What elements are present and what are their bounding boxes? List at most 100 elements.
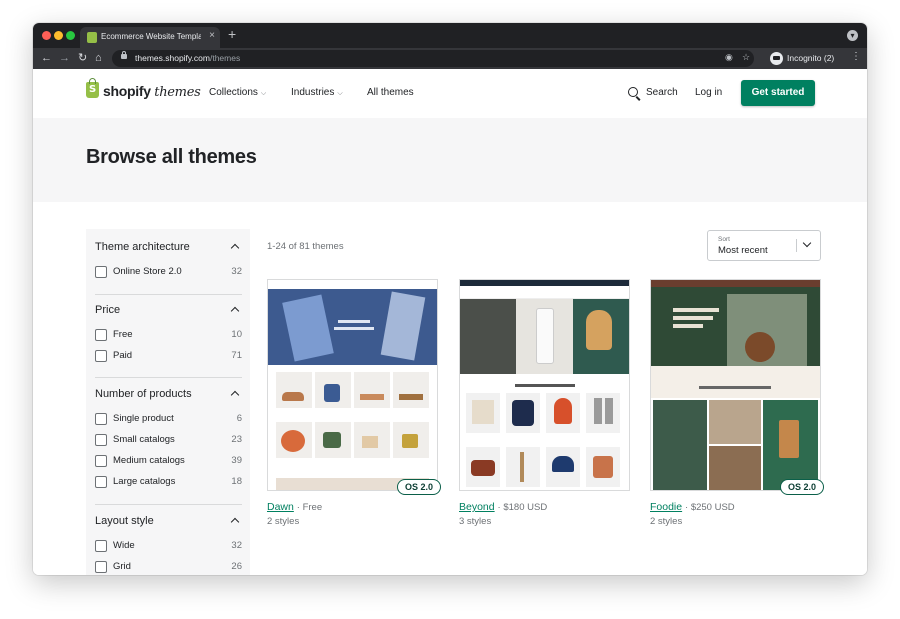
bookmark-star-icon[interactable]: ☆ (742, 52, 750, 63)
chevron-up-icon[interactable] (230, 306, 240, 316)
tab-title: Ecommerce Website Templates (101, 32, 201, 41)
checkbox[interactable] (95, 455, 107, 467)
reload-icon[interactable]: ↻ (78, 51, 87, 65)
browser-tab[interactable]: Ecommerce Website Templates × (80, 27, 220, 48)
site-header: shopify themes Collections⌵ Industries⌵ … (33, 69, 867, 118)
nav-collections-label: Collections (209, 87, 258, 98)
filter-option-count: 71 (231, 350, 242, 361)
checkbox[interactable] (95, 413, 107, 425)
theme-price: · Free (296, 502, 323, 513)
minimize-window-button[interactable] (54, 31, 63, 40)
checkbox[interactable] (95, 540, 107, 552)
theme-styles-count: 2 styles (267, 516, 300, 527)
filter-heading[interactable]: Theme architecture (95, 241, 190, 253)
new-tab-button[interactable]: + (228, 27, 236, 41)
filter-option-label: Free (113, 329, 133, 340)
filter-heading[interactable]: Price (95, 304, 120, 316)
shopify-bag-icon[interactable] (86, 78, 99, 98)
divider (95, 504, 242, 505)
maximize-window-button[interactable] (66, 31, 75, 40)
filter-option-count: 18 (231, 476, 242, 487)
filter-option-medium-catalogs[interactable]: Medium catalogs 39 (95, 455, 242, 468)
chevron-up-icon[interactable] (230, 517, 240, 527)
search-icon[interactable] (628, 87, 638, 97)
theme-name-link[interactable]: Dawn (267, 501, 294, 513)
checkbox[interactable] (95, 350, 107, 362)
chevron-up-icon[interactable] (230, 243, 240, 253)
web-page: shopify themes Collections⌵ Industries⌵ … (33, 69, 867, 575)
filter-option-single-product[interactable]: Single product 6 (95, 413, 242, 426)
chevron-down-icon: ⌵ (260, 90, 267, 97)
filter-option-count: 39 (231, 455, 242, 466)
filter-option-large-catalogs[interactable]: Large catalogs 18 (95, 476, 242, 489)
get-started-button[interactable]: Get started (741, 80, 815, 106)
checkbox[interactable] (95, 266, 107, 278)
filter-option-count: 6 (236, 413, 242, 424)
page-title: Browse all themes (86, 146, 257, 168)
chevron-up-icon[interactable] (230, 390, 240, 400)
divider (95, 377, 242, 378)
sort-value: Most recent (718, 245, 768, 256)
lock-icon (121, 51, 127, 59)
checkbox[interactable] (95, 434, 107, 446)
nav-collections[interactable]: Collections ⌵ (209, 87, 266, 98)
filter-option-label: Medium catalogs (113, 455, 185, 466)
theme-title: Foodie · $250 USD (650, 501, 735, 513)
theme-title: Dawn · Free (267, 501, 322, 513)
home-icon[interactable]: ⌂ (95, 51, 102, 65)
checkbox[interactable] (95, 329, 107, 341)
filter-option-paid[interactable]: Paid 71 (95, 350, 242, 363)
filter-option-count: 23 (231, 434, 242, 445)
address-bar[interactable]: themes.shopify.com/themes ◉ ☆ (112, 50, 754, 67)
theme-preview-image[interactable] (650, 279, 821, 491)
filter-option-label: Paid (113, 350, 133, 361)
filter-heading[interactable]: Number of products (95, 388, 192, 400)
nav-all-themes[interactable]: All themes (367, 87, 414, 98)
filter-sidebar: Theme architecture Online Store 2.0 32 P… (86, 229, 250, 575)
chevron-down-icon (802, 238, 812, 248)
incognito-icon (770, 52, 783, 65)
filter-option-label: Large catalogs (113, 476, 176, 487)
nav-industries[interactable]: Industries ⌵ (291, 87, 343, 98)
theme-name-link[interactable]: Foodie (650, 501, 682, 513)
theme-price: · $250 USD (685, 502, 735, 513)
results-count: 1-24 of 81 themes (267, 241, 344, 252)
filter-option-wide[interactable]: Wide 32 (95, 540, 242, 553)
divider (796, 239, 797, 252)
filter-option-count: 26 (231, 561, 242, 572)
site-logo[interactable]: shopify themes (103, 83, 201, 100)
theme-styles-count: 2 styles (650, 516, 683, 527)
back-arrow-icon[interactable]: ← (41, 51, 52, 65)
logo-word-themes: themes (154, 85, 201, 100)
browser-window: Ecommerce Website Templates × + ▾ ← → ↻ … (33, 23, 867, 575)
os2-badge: OS 2.0 (780, 479, 825, 495)
checkbox[interactable] (95, 561, 107, 573)
theme-title: Beyond · $180 USD (459, 501, 547, 513)
filter-option-small-catalogs[interactable]: Small catalogs 23 (95, 434, 242, 447)
login-link[interactable]: Log in (695, 87, 722, 98)
filter-option-grid[interactable]: Grid 26 (95, 561, 242, 574)
theme-name-link[interactable]: Beyond (459, 501, 495, 513)
filter-option-free[interactable]: Free 10 (95, 329, 242, 342)
filter-option-label: Wide (113, 540, 135, 551)
browser-menu-icon[interactable]: ⋮ (851, 51, 861, 62)
filter-option-online-store-2[interactable]: Online Store 2.0 32 (95, 266, 242, 279)
theme-preview-image[interactable] (459, 279, 630, 491)
sort-select[interactable]: Sort Most recent (707, 230, 821, 261)
filter-option-label: Small catalogs (113, 434, 175, 445)
forward-arrow-icon[interactable]: → (59, 51, 70, 65)
chevron-down-icon: ⌵ (337, 90, 343, 97)
theme-preview-image[interactable] (267, 279, 438, 491)
close-window-button[interactable] (42, 31, 51, 40)
tab-search-icon[interactable]: ▾ (847, 30, 858, 41)
url-host: themes.shopify.com (135, 53, 210, 63)
close-tab-icon[interactable]: × (209, 30, 215, 41)
filter-heading[interactable]: Layout style (95, 515, 154, 527)
filter-option-label: Single product (113, 413, 174, 424)
checkbox[interactable] (95, 476, 107, 488)
filter-option-label: Online Store 2.0 (113, 266, 182, 277)
filter-option-count: 10 (231, 329, 242, 340)
eye-slash-icon[interactable]: ◉ (725, 52, 733, 63)
search-link[interactable]: Search (646, 87, 678, 98)
filter-option-label: Grid (113, 561, 131, 572)
